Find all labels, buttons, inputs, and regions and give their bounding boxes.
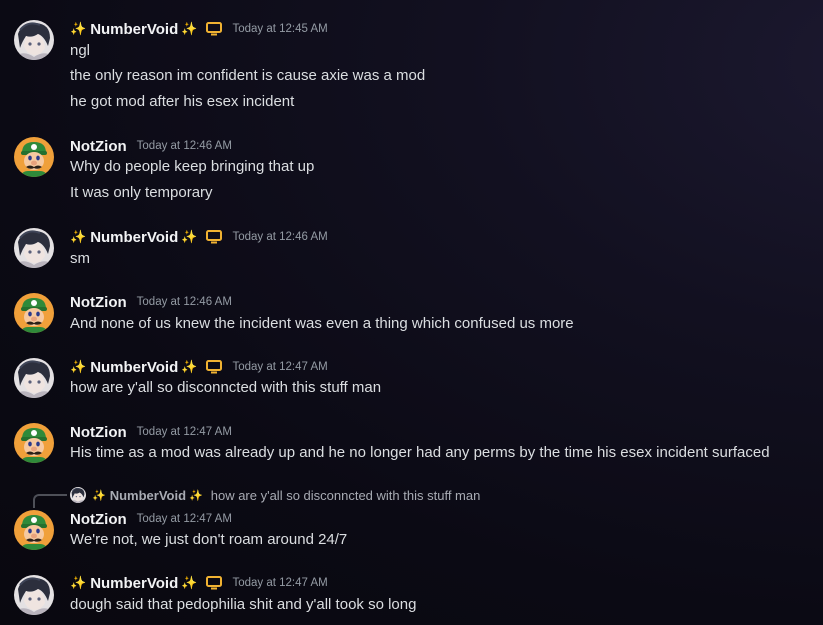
message-header: ✨ NumberVoid ✨ Today at 12:45 AM [70, 19, 328, 39]
reply-preview[interactable]: ✨ NumberVoid ✨ how are y'all so disconnc… [70, 486, 480, 504]
username[interactable]: NumberVoid [90, 21, 178, 38]
sparkles-icon: ✨ [70, 575, 87, 590]
sparkles-icon: ✨ [181, 575, 198, 590]
sparkles-icon: ✨ [70, 359, 87, 374]
username[interactable]: NumberVoid [90, 229, 178, 246]
message-text: Why do people keep bringing that up [70, 158, 315, 175]
reply-connector [33, 494, 67, 508]
username[interactable]: NotZion [70, 294, 127, 311]
avatar[interactable] [14, 423, 54, 463]
message-header: NotZion Today at 12:47 AM [70, 422, 232, 442]
username[interactable]: NotZion [70, 511, 127, 528]
timestamp[interactable]: Today at 12:45 AM [232, 23, 327, 35]
message-header: NotZion Today at 12:46 AM [70, 292, 232, 312]
username[interactable]: NotZion [70, 424, 127, 441]
timestamp[interactable]: Today at 12:47 AM [232, 577, 327, 589]
reply-username[interactable]: NumberVoid [110, 488, 186, 503]
message-header: NotZion Today at 12:47 AM [70, 509, 232, 529]
username[interactable]: NumberVoid [90, 575, 178, 592]
username[interactable]: NotZion [70, 138, 127, 155]
monitor-icon[interactable] [206, 576, 223, 590]
sparkles-icon: ✨ [181, 229, 198, 244]
monitor-icon[interactable] [206, 230, 223, 244]
sparkles-icon: ✨ [92, 489, 106, 502]
avatar[interactable] [14, 358, 54, 398]
sparkles-icon: ✨ [70, 21, 87, 36]
sparkles-icon: ✨ [70, 229, 87, 244]
username[interactable]: NumberVoid [90, 359, 178, 376]
message-text: We're not, we just don't roam around 24/… [70, 531, 348, 548]
timestamp[interactable]: Today at 12:47 AM [232, 361, 327, 373]
message-header: ✨ NumberVoid ✨ Today at 12:47 AM [70, 357, 328, 377]
timestamp[interactable]: Today at 12:46 AM [232, 231, 327, 243]
avatar[interactable] [14, 575, 54, 615]
sparkles-icon: ✨ [189, 489, 203, 502]
avatar[interactable] [14, 293, 54, 333]
monitor-icon[interactable] [206, 22, 223, 36]
reply-text[interactable]: how are y'all so disconncted with this s… [211, 488, 481, 503]
sparkles-icon: ✨ [181, 21, 198, 36]
sparkles-icon: ✨ [181, 359, 198, 374]
message-text: how are y'all so disconncted with this s… [70, 379, 382, 396]
avatar[interactable] [14, 510, 54, 550]
message-header: NotZion Today at 12:46 AM [70, 136, 232, 156]
monitor-icon[interactable] [206, 360, 223, 374]
timestamp[interactable]: Today at 12:47 AM [137, 513, 232, 525]
avatar[interactable] [14, 137, 54, 177]
reply-avatar [70, 487, 86, 503]
message-text: dough said that pedophilia shit and y'al… [70, 596, 417, 613]
message-text: ngl [70, 42, 91, 59]
timestamp[interactable]: Today at 12:46 AM [137, 296, 232, 308]
message-text: And none of us knew the incident was eve… [70, 315, 574, 332]
timestamp[interactable]: Today at 12:46 AM [137, 140, 232, 152]
message-header: ✨ NumberVoid ✨ Today at 12:47 AM [70, 573, 328, 593]
message-text: he got mod after his esex incident [70, 93, 295, 110]
message-text: His time as a mod was already up and he … [70, 444, 770, 461]
message-text: the only reason im confident is cause ax… [70, 67, 426, 84]
timestamp[interactable]: Today at 12:47 AM [137, 426, 232, 438]
avatar[interactable] [14, 20, 54, 60]
message-text: sm [70, 250, 90, 267]
avatar[interactable] [14, 228, 54, 268]
message-header: ✨ NumberVoid ✨ Today at 12:46 AM [70, 227, 328, 247]
message-text: It was only temporary [70, 184, 213, 201]
